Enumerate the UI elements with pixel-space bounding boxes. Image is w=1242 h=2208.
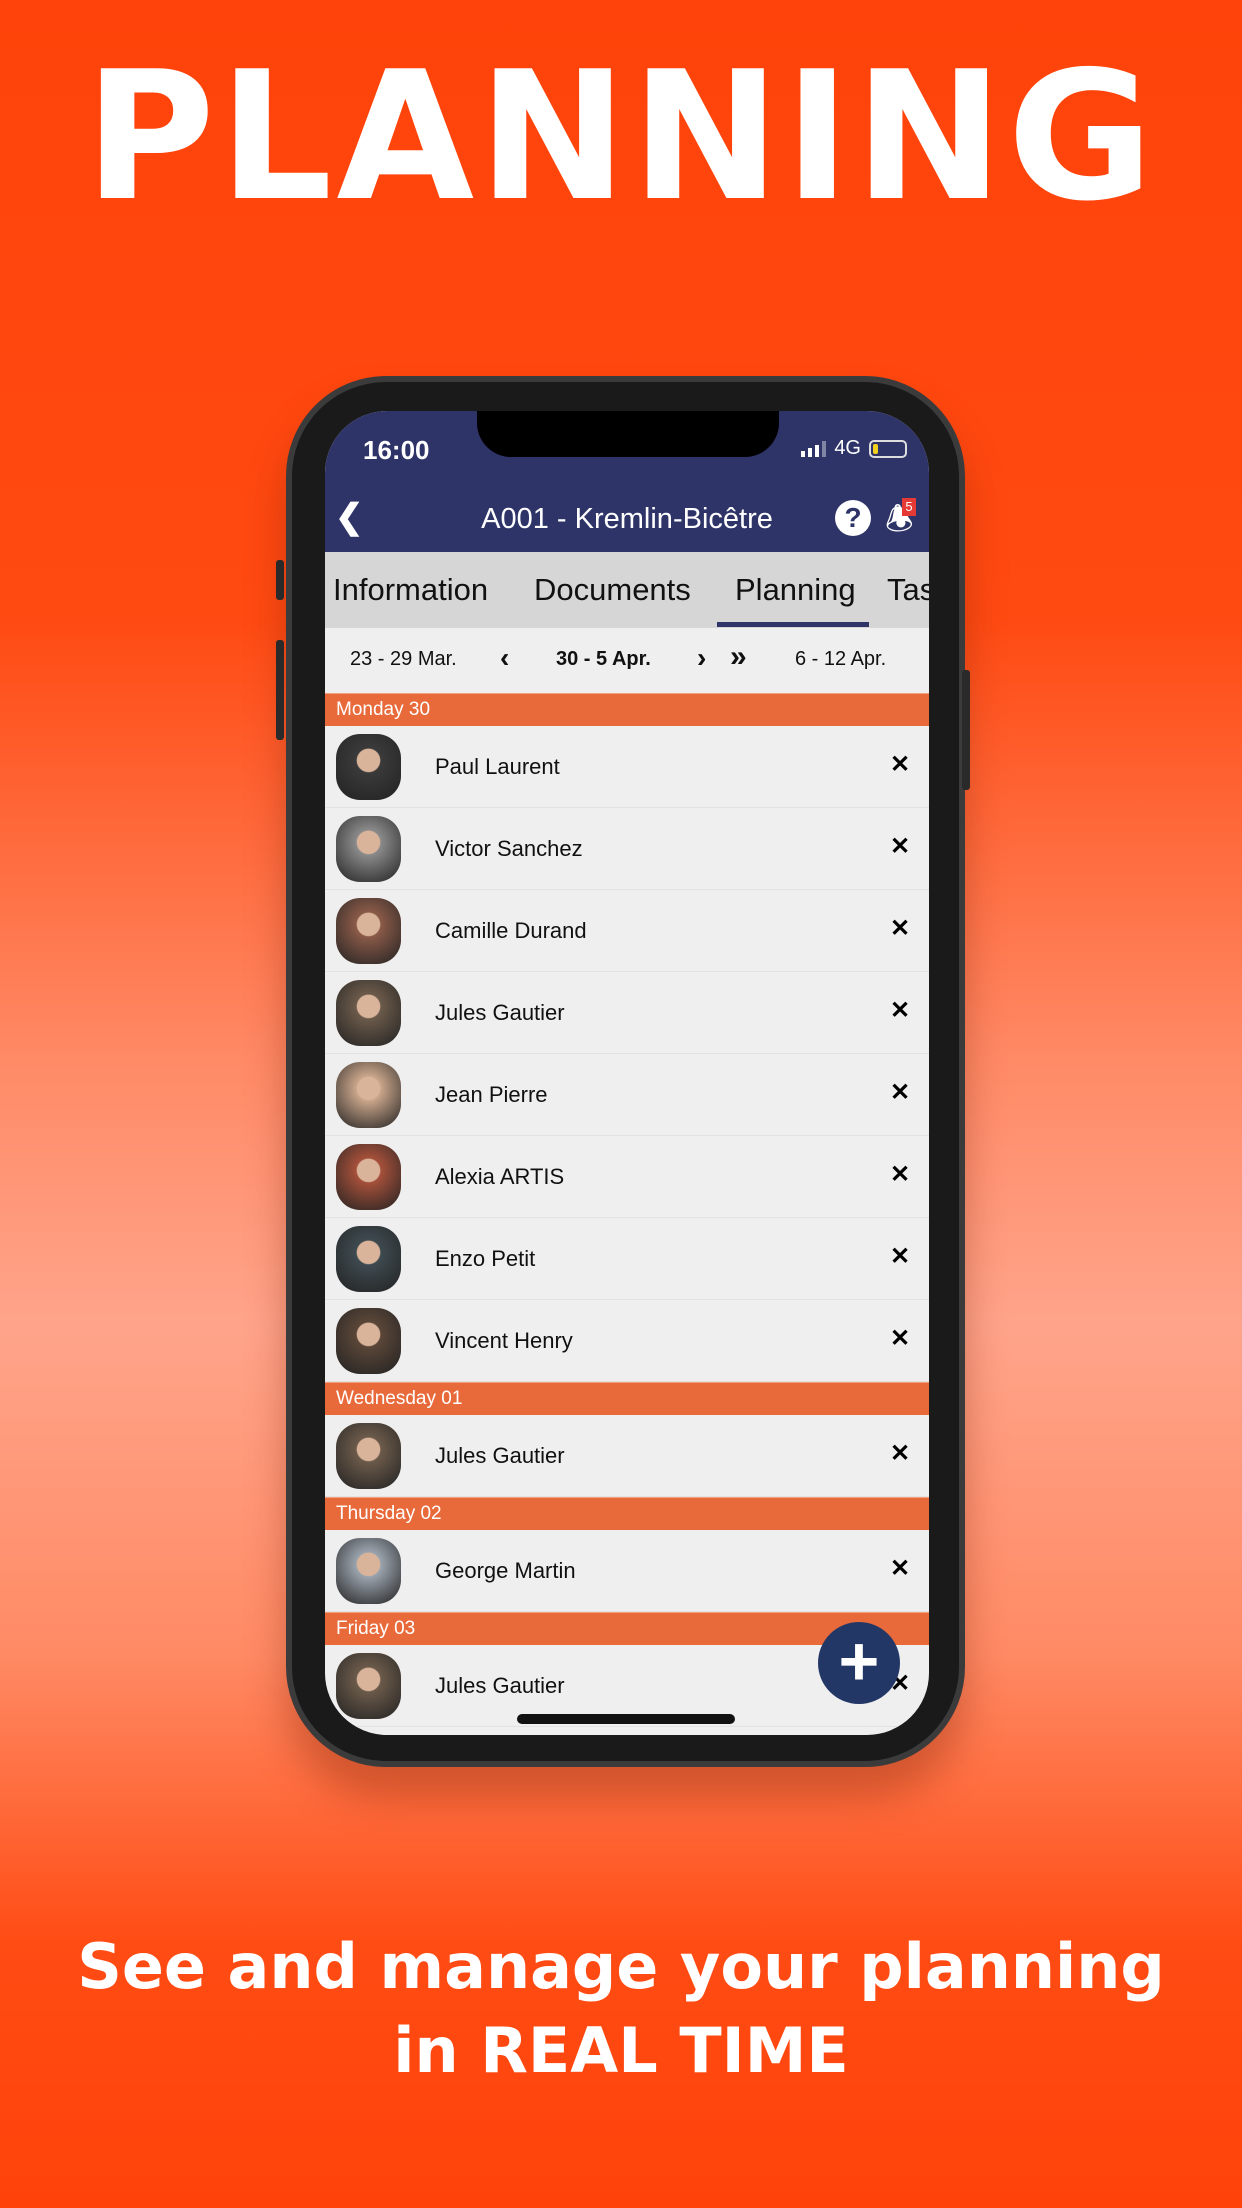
close-icon: ✕ bbox=[890, 1079, 911, 1106]
close-icon: ✕ bbox=[890, 1161, 911, 1188]
day-header: Wednesday 01 bbox=[325, 1382, 929, 1415]
list-item[interactable]: Enzo Petit ✕ bbox=[325, 1218, 929, 1300]
tab-documents[interactable]: Documents bbox=[534, 572, 691, 608]
add-button[interactable]: + bbox=[818, 1622, 900, 1704]
status-icons: 4G bbox=[801, 437, 907, 460]
list-item[interactable]: Victor Sanchez ✕ bbox=[325, 808, 929, 890]
list-item[interactable]: George Martin ✕ bbox=[325, 1530, 929, 1612]
network-label: 4G bbox=[834, 437, 861, 459]
planning-list: Monday 30 Paul Laurent ✕ Victor Sanchez … bbox=[325, 693, 929, 1727]
next-week-link[interactable]: 6 - 12 Apr. bbox=[795, 648, 886, 671]
battery-icon bbox=[869, 439, 907, 458]
tagline: See and manage your planning in REAL TIM… bbox=[0, 1925, 1242, 2093]
close-icon: ✕ bbox=[890, 997, 911, 1024]
signal-icon bbox=[801, 440, 827, 457]
home-indicator[interactable] bbox=[517, 1714, 735, 1724]
remove-button[interactable]: ✕ bbox=[890, 1242, 910, 1271]
phone-volume-button bbox=[276, 640, 284, 740]
person-name: Enzo Petit bbox=[435, 1246, 536, 1271]
close-icon: ✕ bbox=[890, 915, 911, 942]
status-time: 16:00 bbox=[363, 435, 430, 465]
person-name: Alexia ARTIS bbox=[435, 1164, 565, 1189]
list-item[interactable]: Paul Laurent ✕ bbox=[325, 726, 929, 808]
phone-mute-button bbox=[276, 560, 284, 600]
close-icon: ✕ bbox=[890, 751, 911, 778]
person-name: George Martin bbox=[435, 1558, 576, 1583]
plus-icon: + bbox=[838, 1622, 880, 1700]
remove-button[interactable]: ✕ bbox=[890, 996, 910, 1025]
avatar bbox=[336, 1144, 401, 1210]
app-screen: 16:00 4G ❮ A001 - Kremlin-Bicêtre ? 🕭 5 … bbox=[325, 411, 929, 1735]
headline: PLANNING bbox=[84, 33, 1158, 240]
avatar bbox=[336, 980, 401, 1046]
list-item[interactable]: Jean Pierre ✕ bbox=[325, 1054, 929, 1136]
close-icon: ✕ bbox=[890, 833, 911, 860]
person-name: Jean Pierre bbox=[435, 1082, 548, 1107]
active-tab-indicator bbox=[717, 622, 869, 627]
list-item[interactable]: Jules Gautier ✕ bbox=[325, 972, 929, 1054]
week-navigator: 23 - 29 Mar. ‹ 30 - 5 Apr. › » 6 - 12 Ap… bbox=[325, 628, 929, 693]
remove-button[interactable]: ✕ bbox=[890, 832, 910, 861]
person-name: Jules Gautier bbox=[435, 1673, 565, 1698]
avatar bbox=[336, 1653, 401, 1719]
list-item[interactable]: Camille Durand ✕ bbox=[325, 890, 929, 972]
double-chevron-right-icon[interactable]: » bbox=[730, 640, 747, 674]
previous-week-chevron-icon[interactable]: ‹ bbox=[500, 642, 509, 674]
person-name: Camille Durand bbox=[435, 918, 587, 943]
help-button[interactable]: ? bbox=[835, 500, 871, 536]
remove-button[interactable]: ✕ bbox=[890, 1160, 910, 1189]
next-week-chevron-icon[interactable]: › bbox=[697, 642, 706, 674]
close-icon: ✕ bbox=[890, 1440, 911, 1467]
person-name: Jules Gautier bbox=[435, 1000, 565, 1025]
avatar bbox=[336, 1062, 401, 1128]
phone-power-button bbox=[962, 670, 970, 790]
remove-button[interactable]: ✕ bbox=[890, 1554, 910, 1583]
avatar bbox=[336, 734, 401, 800]
list-item[interactable]: Jules Gautier ✕ bbox=[325, 1415, 929, 1497]
list-item[interactable]: Alexia ARTIS ✕ bbox=[325, 1136, 929, 1218]
remove-button[interactable]: ✕ bbox=[890, 914, 910, 943]
avatar bbox=[336, 1308, 401, 1374]
tagline-line-2: in REAL TIME bbox=[393, 2014, 849, 2087]
day-header: Thursday 02 bbox=[325, 1497, 929, 1530]
previous-week-link[interactable]: 23 - 29 Mar. bbox=[350, 648, 457, 671]
list-item[interactable]: Vincent Henry ✕ bbox=[325, 1300, 929, 1382]
tab-bar: Information Documents Planning Tas bbox=[325, 552, 929, 628]
tab-tasks[interactable]: Tas bbox=[887, 572, 929, 608]
avatar bbox=[336, 1423, 401, 1489]
close-icon: ✕ bbox=[890, 1555, 911, 1582]
close-icon: ✕ bbox=[890, 1325, 911, 1352]
person-name: Vincent Henry bbox=[435, 1328, 573, 1353]
remove-button[interactable]: ✕ bbox=[890, 750, 910, 779]
tab-information[interactable]: Information bbox=[333, 572, 488, 608]
notification-badge: 5 bbox=[902, 498, 916, 516]
remove-button[interactable]: ✕ bbox=[890, 1439, 910, 1468]
tab-planning[interactable]: Planning bbox=[735, 572, 856, 608]
person-name: Victor Sanchez bbox=[435, 836, 583, 861]
question-circle-icon: ? bbox=[844, 502, 862, 533]
current-week: 30 - 5 Apr. bbox=[556, 648, 651, 670]
person-name: Jules Gautier bbox=[435, 1443, 565, 1468]
avatar bbox=[336, 1226, 401, 1292]
avatar bbox=[336, 1538, 401, 1604]
person-name: Paul Laurent bbox=[435, 754, 560, 779]
remove-button[interactable]: ✕ bbox=[890, 1078, 910, 1107]
day-header: Monday 30 bbox=[325, 693, 929, 726]
remove-button[interactable]: ✕ bbox=[890, 1324, 910, 1353]
avatar bbox=[336, 898, 401, 964]
notch bbox=[477, 411, 779, 457]
tagline-line-1: See and manage your planning bbox=[77, 1930, 1165, 2003]
close-icon: ✕ bbox=[890, 1243, 911, 1270]
avatar bbox=[336, 816, 401, 882]
